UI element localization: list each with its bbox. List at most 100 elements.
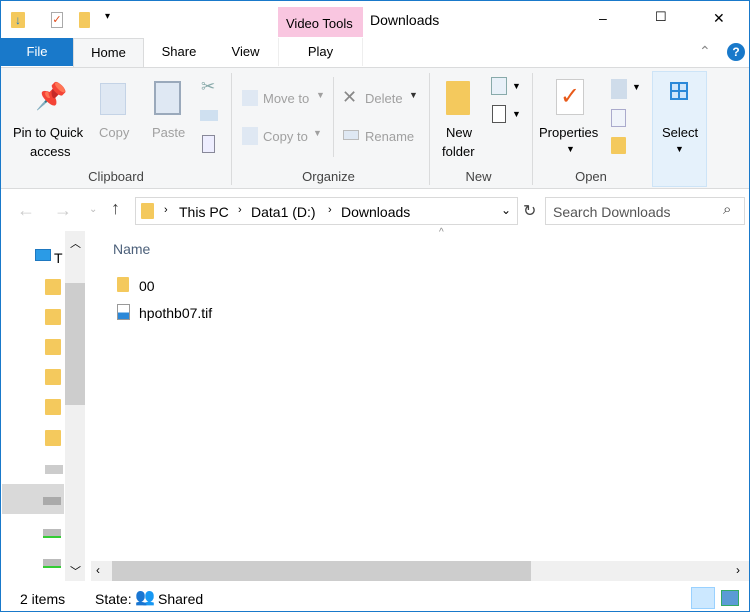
window-title: Downloads <box>370 12 440 28</box>
properties-dropdown-icon: ▼ <box>566 144 575 154</box>
refresh-button[interactable]: ↻ <box>523 201 536 221</box>
rename-icon <box>343 130 359 140</box>
tab-view[interactable]: View <box>214 38 277 66</box>
copy-path-icon[interactable] <box>200 110 218 121</box>
this-pc-icon[interactable] <box>35 249 51 261</box>
scroll-up-icon[interactable]: ︿ <box>70 235 81 251</box>
documents-folder-icon[interactable] <box>45 309 61 325</box>
new-item-dropdown-icon: ▼ <box>512 81 521 91</box>
windows-drive-icon[interactable] <box>45 465 63 474</box>
folder-icon <box>117 277 129 292</box>
easy-access-icon[interactable] <box>492 105 506 123</box>
breadcrumb-this-pc[interactable]: This PC <box>179 204 229 220</box>
properties-button[interactable]: Properties <box>539 125 598 140</box>
close-button[interactable]: ✕ <box>713 10 725 27</box>
desktop-folder-icon[interactable] <box>45 279 61 295</box>
group-open: Open <box>575 169 607 184</box>
properties-icon[interactable]: ✓ <box>51 12 63 28</box>
address-dropdown-icon[interactable]: ⌄ <box>501 203 511 217</box>
nav-scroll-thumb[interactable] <box>65 283 85 405</box>
tab-file[interactable]: File <box>1 38 73 66</box>
easy-access-dropdown-icon: ▼ <box>512 109 521 119</box>
divider <box>231 73 232 185</box>
breadcrumb-downloads[interactable]: Downloads <box>341 204 410 220</box>
new-folder-label-line2: folder <box>442 144 475 159</box>
open-dropdown-icon: ▼ <box>632 82 641 92</box>
chevron-icon: › <box>328 204 332 216</box>
back-button[interactable]: ← <box>17 200 35 221</box>
rename-button[interactable]: Rename <box>365 129 414 144</box>
new-item-icon[interactable] <box>491 77 507 95</box>
item-count: 2 items <box>20 591 66 607</box>
history-icon[interactable] <box>611 137 626 154</box>
sort-indicator-icon: ^ <box>439 227 444 238</box>
customize-toolbar-icon[interactable]: ▾ <box>105 11 110 22</box>
new-folder-icon[interactable] <box>79 12 90 28</box>
scroll-left-icon[interactable]: ‹ <box>96 563 100 577</box>
arrow-down-icon: ↓ <box>15 13 21 27</box>
tab-share[interactable]: Share <box>144 38 214 66</box>
help-icon[interactable]: ? <box>727 43 745 61</box>
pin-to-quick-access-button[interactable]: Pin to Quick <box>13 125 83 140</box>
cut-icon[interactable]: ✂ <box>201 77 215 97</box>
context-tab-label: Video Tools <box>286 16 353 31</box>
group-new: New <box>465 169 492 184</box>
copy-button[interactable]: Copy <box>99 125 129 140</box>
shared-users-icon: 👥 <box>135 589 155 606</box>
up-button[interactable]: ↑ <box>111 198 120 219</box>
chevron-icon: › <box>238 204 242 216</box>
breadcrumb-data1[interactable]: Data1 (D:) <box>251 204 316 220</box>
column-header-name[interactable]: Name <box>113 241 150 257</box>
drive-icon[interactable] <box>43 529 61 538</box>
shared-drive-icon <box>43 497 61 505</box>
move-to-dropdown-icon: ▼ <box>316 90 325 100</box>
copy-to-button[interactable]: Copy to <box>263 129 308 144</box>
tab-play[interactable]: Play <box>278 38 363 66</box>
paste-button[interactable]: Paste <box>152 125 185 140</box>
chevron-icon: › <box>164 204 168 216</box>
large-icons-view-button[interactable] <box>721 590 739 606</box>
delete-dropdown-icon: ▼ <box>409 90 418 100</box>
nav-this-pc[interactable]: T <box>54 250 63 266</box>
file-name: 00 <box>139 278 155 294</box>
select-icon <box>670 82 688 100</box>
image-file-icon <box>117 304 130 320</box>
properties-large-icon: ✓ <box>556 79 584 115</box>
group-clipboard: Clipboard <box>88 169 144 184</box>
music-folder-icon[interactable] <box>45 369 61 385</box>
scroll-right-icon[interactable]: › <box>736 563 740 577</box>
paste-shortcut-icon[interactable] <box>202 135 215 153</box>
minimize-button[interactable]: – <box>599 10 607 26</box>
list-item[interactable]: hpothb07.tif <box>113 302 313 324</box>
downloads-nav-folder-icon[interactable] <box>45 339 61 355</box>
pictures-folder-icon[interactable] <box>45 399 61 415</box>
delete-icon: ✕ <box>342 87 358 107</box>
list-item[interactable]: 00 <box>113 275 313 297</box>
maximize-button[interactable]: ☐ <box>655 9 667 25</box>
new-folder-button[interactable]: New <box>446 125 472 140</box>
collapse-ribbon-icon[interactable]: ⌃ <box>699 43 711 60</box>
select-label: Select <box>662 125 699 140</box>
horizontal-scroll-thumb[interactable] <box>112 561 531 581</box>
copy-to-icon <box>242 127 258 145</box>
new-folder-large-icon <box>446 81 470 115</box>
delete-button[interactable]: Delete <box>365 91 403 106</box>
open-icon[interactable] <box>611 79 627 99</box>
search-icon[interactable]: ⌕ <box>723 201 731 218</box>
videos-folder-icon[interactable] <box>45 430 61 446</box>
forward-button[interactable]: → <box>54 200 72 221</box>
scroll-down-icon[interactable]: ﹀ <box>70 563 81 579</box>
recent-locations-button[interactable]: ⌄ <box>89 204 97 215</box>
pin-label-line2: access <box>30 144 71 159</box>
move-to-icon <box>242 90 258 106</box>
paste-icon <box>154 81 181 115</box>
state-label: State: <box>95 591 132 607</box>
search-placeholder: Search Downloads <box>553 204 671 220</box>
drive-icon[interactable] <box>43 559 61 568</box>
edit-icon[interactable] <box>611 109 626 127</box>
details-view-button[interactable] <box>691 587 715 609</box>
divider <box>532 73 533 185</box>
tab-home[interactable]: Home <box>73 38 144 68</box>
downloads-location-icon <box>141 203 154 219</box>
move-to-button[interactable]: Move to <box>263 91 309 106</box>
